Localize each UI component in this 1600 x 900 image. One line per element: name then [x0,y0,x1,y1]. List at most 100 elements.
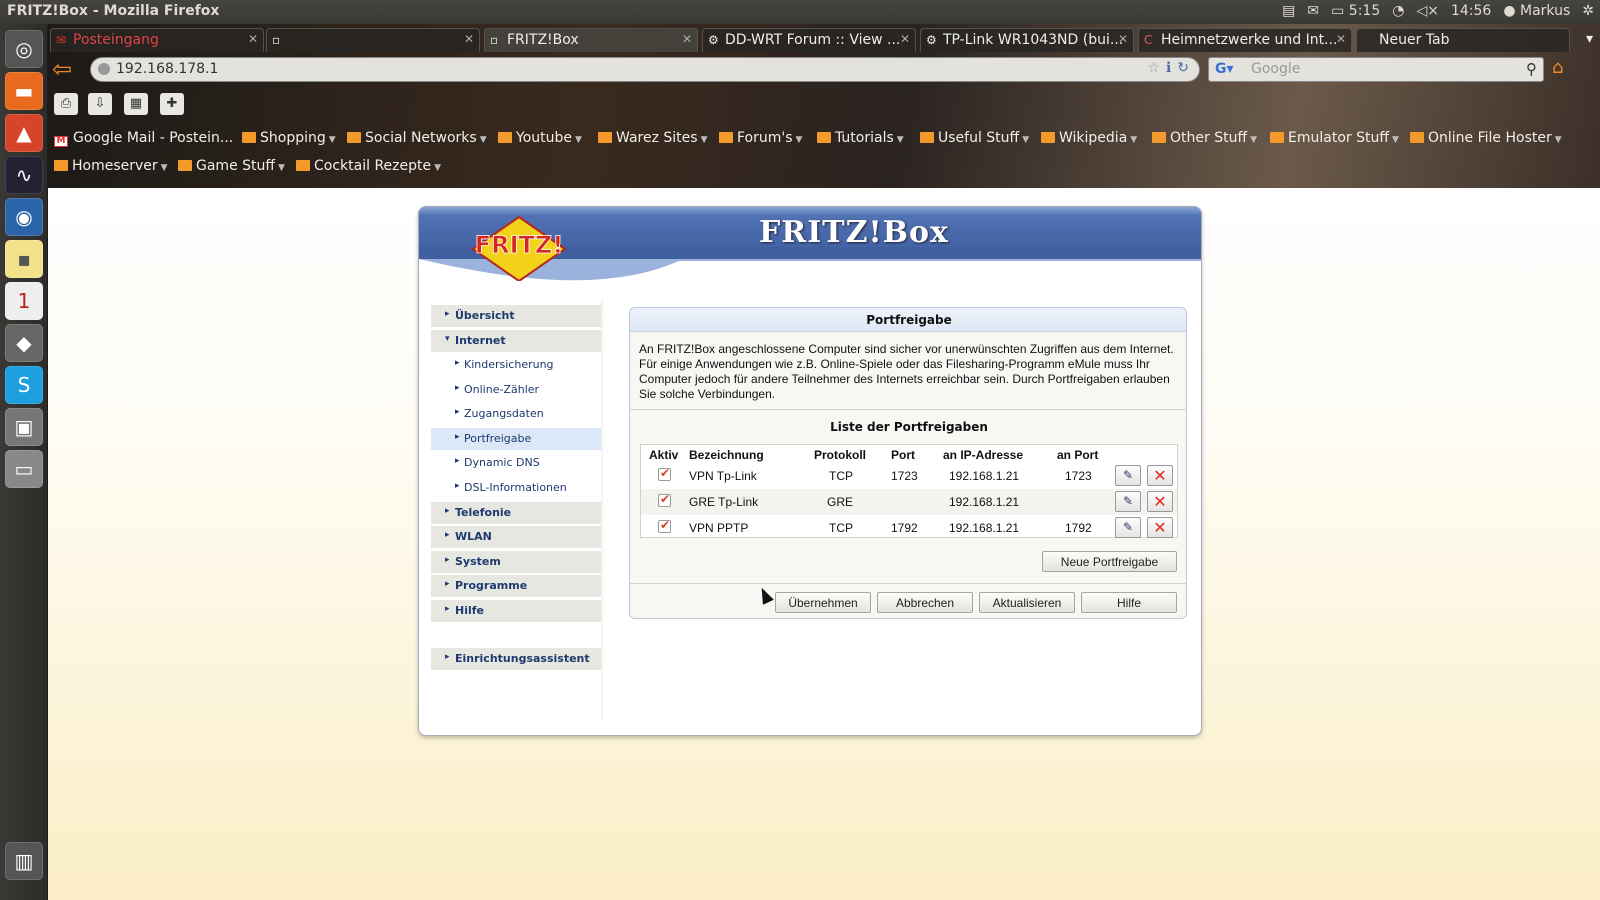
fritz-logo[interactable]: FRITZ! [469,215,569,281]
home-icon[interactable]: ⌂ [1552,57,1563,78]
delete-icon[interactable]: ✕ [1147,517,1173,538]
list-title: Liste der Portfreigaben [830,420,988,434]
reload-icon[interactable]: ↻ [1177,60,1189,76]
bookmark-folder-cocktail-rezepte[interactable]: Cocktail Rezepte ▼ [296,158,441,174]
fritzbox-frame: FRITZ!Box FRITZ! Übersicht Internet Kind… [418,206,1202,736]
skype-icon[interactable]: S [5,366,43,404]
aktiv-checkbox[interactable] [658,518,671,533]
url-actions: ☆ ℹ ↻ [1147,60,1189,76]
delete-icon[interactable]: ✕ [1147,465,1173,486]
calendar-icon[interactable]: 1 [5,282,43,320]
close-icon[interactable]: ✕ [464,32,474,46]
panel-description: An FRITZ!Box angeschlossene Computer sin… [639,342,1174,401]
nav-wlan[interactable]: WLAN [431,526,601,548]
hilfe-button[interactable]: Hilfe [1081,592,1177,613]
battery-indicator[interactable]: ▭ 5:15 [1331,3,1380,19]
bookmark-folder-useful-stuff[interactable]: Useful Stuff ▼ [920,130,1029,146]
edit-icon[interactable]: ✎ [1115,465,1141,486]
tab-fritzbox[interactable]: ▫ FRITZ!Box ✕ [484,28,698,52]
tab-neuer-tab[interactable]: Neuer Tab [1356,28,1570,52]
bookmark-folder-youtube[interactable]: Youtube ▼ [498,130,582,146]
aktualisieren-button[interactable]: Aktualisieren [979,592,1075,613]
edit-icon[interactable]: ✎ [1115,491,1141,512]
close-icon[interactable]: ✕ [248,32,258,46]
bookmark-folder-tutorials[interactable]: Tutorials ▼ [817,130,904,146]
tab-ddwrt-forum[interactable]: ⚙ DD-WRT Forum :: View ... ✕ [702,28,916,52]
close-icon[interactable]: ✕ [1118,32,1128,46]
mail-icon[interactable]: ✉ [1307,3,1319,19]
close-icon[interactable]: ✕ [1336,32,1346,46]
nav-hilfe[interactable]: Hilfe [431,600,601,622]
back-arrow-icon[interactable]: ⇦ [52,57,80,83]
system-monitor-icon[interactable]: ∿ [5,156,43,194]
url-bar[interactable]: 192.168.178.1 ☆ ℹ ↻ [90,57,1200,82]
bookmark-folder-shopping[interactable]: Shopping ▼ [242,130,336,146]
drive-icon[interactable]: ▭ [5,450,43,488]
bookmark-google-mail[interactable]: M Google Mail - Postein... [54,130,233,147]
abbrechen-button[interactable]: Abbrechen [877,592,973,613]
volume-muted-icon[interactable]: ◁× [1416,3,1439,19]
bookmark-folder-social-networks[interactable]: Social Networks ▼ [347,130,487,146]
software-center-icon[interactable]: ▲ [5,114,43,152]
bookmark-folder-homeserver[interactable]: Homeserver ▼ [54,158,168,174]
folder-icon [1270,132,1284,143]
virtualbox-icon[interactable]: ▣ [5,408,43,446]
nav-internet[interactable]: Internet [431,330,601,352]
edit-icon[interactable]: ✎ [1115,517,1141,538]
nav-online-zaehler[interactable]: Online-Zähler [431,379,601,401]
bookmark-folder-warez-sites[interactable]: Warez Sites ▼ [598,130,707,146]
tab-heimnetzwerke[interactable]: C Heimnetzwerke und Int... ✕ [1138,28,1352,52]
search-bar[interactable]: G▾ Google ⚲ [1208,57,1544,82]
wifi-icon[interactable]: ◔ [1392,3,1404,19]
calendar-tool-icon[interactable]: ▦ [124,93,148,115]
dash-home-icon[interactable]: ◎ [5,30,43,68]
nav-einrichtungsassistent[interactable]: Einrichtungsassistent [431,648,601,670]
aktiv-checkbox[interactable] [658,466,671,481]
tab-list-icon[interactable]: ▾ [1586,31,1593,47]
info-icon[interactable]: ℹ [1166,60,1171,76]
trash-icon[interactable]: ▥ [5,842,43,880]
uebernehmen-button[interactable]: Übernehmen [775,592,871,613]
tab-tplink[interactable]: ⚙ TP-Link WR1043ND (bui... ✕ [920,28,1134,52]
close-icon[interactable]: ✕ [682,32,692,46]
close-icon[interactable]: ✕ [900,32,910,46]
clock[interactable]: 14:56 [1451,3,1491,19]
nav-telefonie[interactable]: Telefonie [431,502,601,524]
home-folder-icon[interactable]: ▬ [5,72,43,110]
col-protokoll: Protokoll [814,448,867,462]
aktiv-checkbox[interactable] [658,492,671,507]
nav-programme[interactable]: Programme [431,575,601,597]
battery-icon: ▭ [1331,3,1345,19]
bookmark-folder-game-stuff[interactable]: Game Stuff ▼ [178,158,285,174]
firefox-icon[interactable]: ◉ [5,198,43,236]
tab-blurred[interactable]: ▫ ✕ [266,28,480,52]
search-icon[interactable]: ⚲ [1526,60,1537,78]
nav-portfreigabe[interactable]: Portfreigabe [431,428,601,450]
user-menu[interactable]: ● Markus [1503,3,1570,19]
gimp-icon[interactable]: ◆ [5,324,43,362]
download-icon[interactable]: ⇩ [88,93,112,115]
gear-icon[interactable]: ✲ [1582,3,1594,19]
star-icon[interactable]: ☆ [1147,60,1160,76]
table-row: VPN Tp-Link TCP 1723 192.168.1.21 1723 ✎… [641,463,1177,489]
tab-gmail[interactable]: ✉ Posteingang ✕ [50,28,264,52]
bookmark-folder-wikipedia[interactable]: Wikipedia ▼ [1041,130,1137,146]
nav-zugangsdaten[interactable]: Zugangsdaten [431,403,601,425]
sticky-notes-icon[interactable]: ▪ [5,240,43,278]
nav-uebersicht[interactable]: Übersicht [431,305,601,327]
indicator-applet-icon[interactable]: ▤ [1282,3,1295,19]
bookmark-folder-emulator-stuff[interactable]: Emulator Stuff ▼ [1270,130,1399,146]
nav-kindersicherung[interactable]: Kindersicherung [431,354,601,376]
bookmark-folder-forums[interactable]: Forum's ▼ [719,130,802,146]
print-icon[interactable]: ⎙ [54,93,78,115]
nav-dsl-informationen[interactable]: DSL-Informationen [431,477,601,499]
delete-icon[interactable]: ✕ [1147,491,1173,512]
neue-portfreigabe-button[interactable]: Neue Portfreigabe [1042,551,1177,572]
navigation-bar: ⇦ 192.168.178.1 ☆ ℹ ↻ G▾ Google ⚲ ⌂ [48,54,1600,86]
bookmark-folder-online-file-hoster[interactable]: Online File Hoster ▼ [1410,130,1562,146]
nav-dynamic-dns[interactable]: Dynamic DNS [431,452,601,474]
new-folder-icon[interactable]: ✚ [160,93,184,115]
bookmark-folder-other-stuff[interactable]: Other Stuff ▼ [1152,130,1257,146]
nav-system[interactable]: System [431,551,601,573]
site-identity-icon[interactable] [98,63,110,75]
